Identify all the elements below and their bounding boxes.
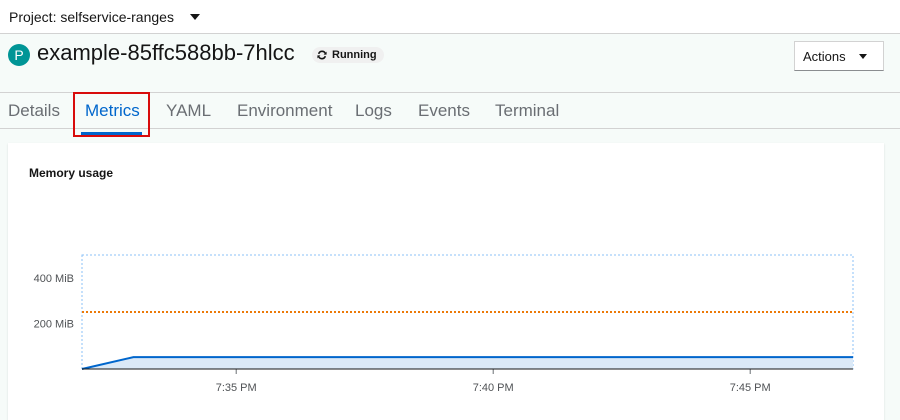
tab-details[interactable]: Details <box>8 101 60 121</box>
page-title: example-85ffc588bb-7hlcc <box>37 40 295 65</box>
x-tick-label-2: 7:45 PM <box>730 382 771 394</box>
memory-usage-area <box>82 357 853 369</box>
tab-logs[interactable]: Logs <box>355 101 392 121</box>
pod-header: P example-85ffc588bb-7hlcc Running <box>0 35 900 92</box>
actions-label: Actions <box>803 48 846 64</box>
actions-dropdown[interactable]: Actions <box>794 41 884 71</box>
memory-usage-chart: 200 MiB 400 MiB 7:35 PM 7:40 PM 7:45 PM <box>34 254 854 394</box>
tab-events[interactable]: Events <box>418 101 470 121</box>
tab-yaml[interactable]: YAML <box>166 101 211 121</box>
project-selector[interactable]: Project: selfservice-ranges <box>9 9 174 25</box>
memory-usage-card: Memory usage 200 MiB 400 MiB 7:35 PM 7:40 P… <box>8 143 884 420</box>
y-tick-label-1: 400 MiB <box>34 273 74 285</box>
highlight-box <box>73 92 150 137</box>
x-tick-label-1: 7:40 PM <box>473 382 514 394</box>
caret-down-icon[interactable] <box>189 13 200 20</box>
caret-down-icon <box>859 54 867 59</box>
project-bar: Project: selfservice-ranges <box>0 0 900 34</box>
pod-resource-badge: P <box>8 44 30 66</box>
status-text: Running <box>332 49 377 61</box>
tab-terminal[interactable]: Terminal <box>495 101 559 121</box>
tab-environment[interactable]: Environment <box>237 101 332 121</box>
y-tick-label-0: 200 MiB <box>34 318 74 330</box>
sync-icon <box>317 50 327 60</box>
x-tick-label-0: 7:35 PM <box>216 382 257 394</box>
status-badge: Running <box>312 47 384 63</box>
